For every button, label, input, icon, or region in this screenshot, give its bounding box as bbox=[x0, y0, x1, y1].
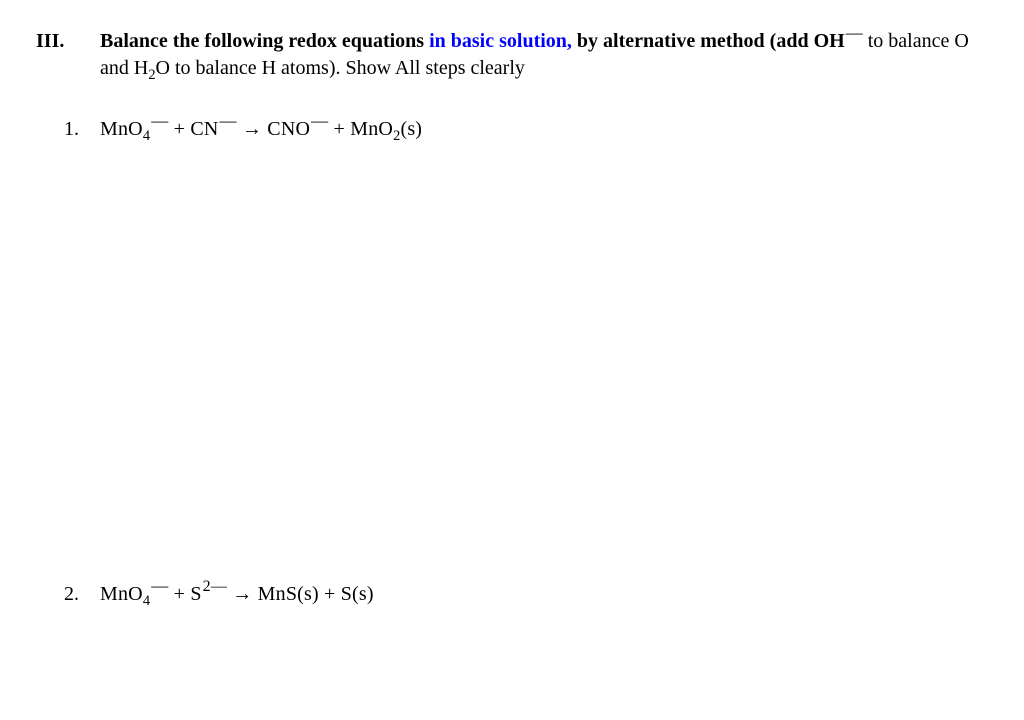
title-tail-1: by alternative method (add OH bbox=[572, 30, 845, 52]
subscript-4: 4 bbox=[143, 593, 150, 609]
section-title: Balance the following redox equations in… bbox=[100, 28, 988, 82]
superscript-minus: — bbox=[151, 111, 168, 130]
question-1: 1. MnO4— + CN— → CNO— + MnO2(s) bbox=[36, 116, 988, 143]
arrow-products: → MnS(s) + S(s) bbox=[227, 583, 374, 605]
work-space-1 bbox=[36, 143, 988, 547]
plus-s: + S bbox=[168, 583, 201, 605]
superscript-minus: — bbox=[151, 576, 168, 595]
question-2: 2. MnO4— + S2— → MnS(s) + S(s) bbox=[36, 581, 988, 608]
subscript-2: 2 bbox=[148, 67, 155, 83]
question-number: 1. bbox=[64, 116, 100, 143]
plus-mno2: + MnO bbox=[328, 118, 393, 140]
title-lead: Balance the following redox equations bbox=[100, 30, 429, 52]
species-mno4: MnO bbox=[100, 583, 143, 605]
superscript-minus: — bbox=[311, 111, 328, 130]
species-mno4: MnO bbox=[100, 118, 143, 140]
equation-2: MnO4— + S2— → MnS(s) + S(s) bbox=[100, 581, 374, 608]
plus-cn: + CN bbox=[168, 118, 218, 140]
superscript-minus: — bbox=[220, 111, 237, 130]
question-number: 2. bbox=[64, 581, 100, 608]
state-solid: (s) bbox=[400, 118, 422, 140]
title-tail-3: O to balance H atoms). Show All steps cl… bbox=[156, 57, 525, 79]
subscript-4: 4 bbox=[143, 128, 150, 144]
superscript-minus: — bbox=[846, 23, 863, 42]
superscript-2minus: 2— bbox=[203, 578, 227, 595]
equation-1: MnO4— + CN— → CNO— + MnO2(s) bbox=[100, 116, 422, 143]
title-emphasis: in basic solution, bbox=[429, 30, 572, 52]
arrow-cno: → CNO bbox=[237, 118, 310, 140]
section-number: III. bbox=[36, 28, 100, 55]
section-header: III. Balance the following redox equatio… bbox=[36, 28, 988, 82]
